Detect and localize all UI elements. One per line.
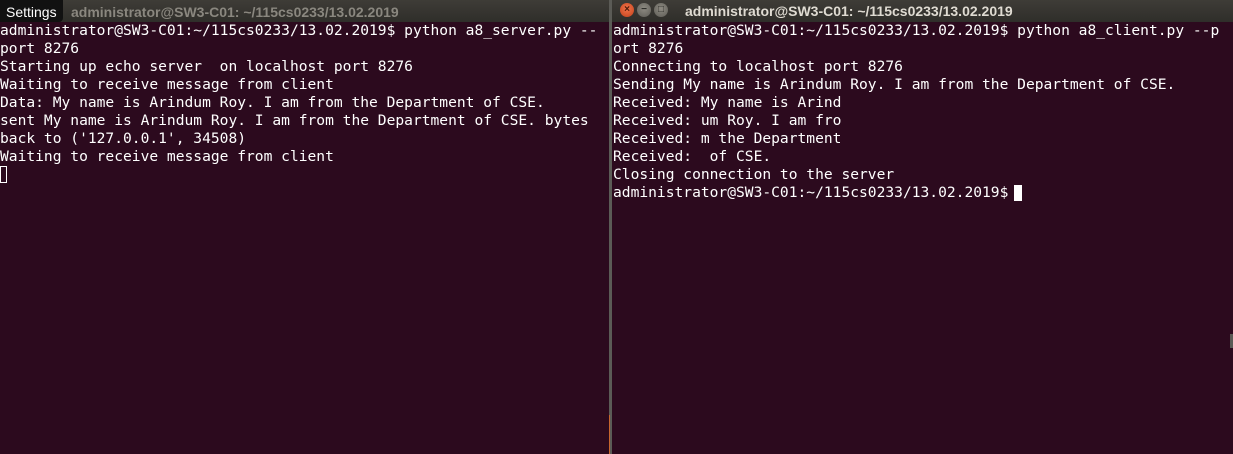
terminal-line: administrator@SW3-C01:~/115cs0233/13.02.… bbox=[0, 22, 598, 39]
terminal-line: back to ('127.0.0.1', 34508) bbox=[0, 130, 247, 147]
terminal-line: Waiting to receive message from client bbox=[0, 148, 334, 165]
terminal-line: port 8276 bbox=[0, 40, 80, 57]
terminal-line: Connecting to localhost port 8276 bbox=[613, 58, 903, 75]
terminal-line: ort 8276 bbox=[613, 40, 684, 57]
window-divider bbox=[609, 0, 612, 454]
terminal-line: sent My name is Arindum Roy. I am from t… bbox=[0, 112, 589, 129]
right-window-title: administrator@SW3-C01: ~/115cs0233/13.02… bbox=[685, 3, 1013, 19]
close-icon[interactable]: × bbox=[620, 3, 634, 17]
maximize-icon[interactable]: □ bbox=[654, 3, 668, 17]
terminal-line: Waiting to receive message from client bbox=[0, 76, 334, 93]
left-window-title: administrator@SW3-C01: ~/115cs0233/13.02… bbox=[71, 4, 399, 20]
terminal-line: Closing connection to the server bbox=[613, 166, 895, 183]
terminal-line: Received: um Roy. I am fro bbox=[613, 112, 842, 129]
terminal-line: Received: of CSE. bbox=[613, 148, 772, 165]
cursor-icon bbox=[0, 166, 7, 183]
left-terminal[interactable]: administrator@SW3-C01:~/115cs0233/13.02.… bbox=[0, 22, 609, 454]
terminal-cursor-line bbox=[0, 166, 609, 184]
window-controls: × − □ bbox=[620, 3, 671, 19]
terminal-line: Received: m the Department bbox=[613, 130, 842, 147]
cursor-icon bbox=[1014, 185, 1023, 201]
terminal-line: Starting up echo server on localhost por… bbox=[0, 58, 413, 75]
right-terminal[interactable]: administrator@SW3-C01:~/115cs0233/13.02.… bbox=[613, 22, 1233, 454]
right-window-titlebar[interactable]: × − □ administrator@SW3-C01: ~/115cs0233/1… bbox=[612, 0, 1233, 22]
terminal-line: Received: My name is Arind bbox=[613, 94, 842, 111]
terminal-prompt-line: administrator@SW3-C01:~/115cs0233/13.02.… bbox=[613, 184, 1233, 202]
settings-menu[interactable]: Settings bbox=[0, 0, 63, 22]
terminal-line: Sending My name is Arindum Roy. I am fro… bbox=[613, 76, 1176, 93]
terminal-line: administrator@SW3-C01:~/115cs0233/13.02.… bbox=[613, 22, 1220, 39]
terminal-line: Data: My name is Arindum Roy. I am from … bbox=[0, 94, 545, 111]
minimize-icon[interactable]: − bbox=[637, 3, 651, 17]
shell-prompt: administrator@SW3-C01:~/115cs0233/13.02.… bbox=[613, 184, 1009, 201]
left-window-titlebar[interactable]: Settings administrator@SW3-C01: ~/115cs0… bbox=[0, 0, 609, 22]
